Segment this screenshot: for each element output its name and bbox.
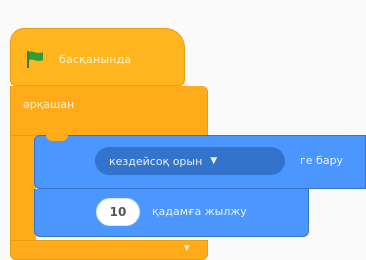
- forever-block[interactable]: әрқашан: [10, 86, 208, 136]
- block-notch: [46, 133, 68, 141]
- go-to-target-dropdown[interactable]: кездейсоқ орын ▼: [95, 147, 285, 175]
- when-flag-clicked-block[interactable]: басқанында: [10, 28, 185, 86]
- move-steps-label: қадамға жылжу: [152, 205, 247, 218]
- forever-block-bottom[interactable]: [10, 240, 208, 260]
- hat-block-label: басқанында: [59, 53, 132, 66]
- forever-block-arm[interactable]: [10, 136, 36, 253]
- green-flag-icon: [25, 49, 47, 73]
- go-to-label: ге бару: [300, 154, 344, 167]
- steps-input[interactable]: 10: [96, 198, 140, 226]
- forever-label: әрқашан: [23, 98, 75, 111]
- dropdown-value: кездейсоқ орын: [109, 154, 203, 168]
- chevron-down-icon: ▼: [210, 156, 218, 166]
- loop-arrow-icon: ▾: [184, 241, 190, 254]
